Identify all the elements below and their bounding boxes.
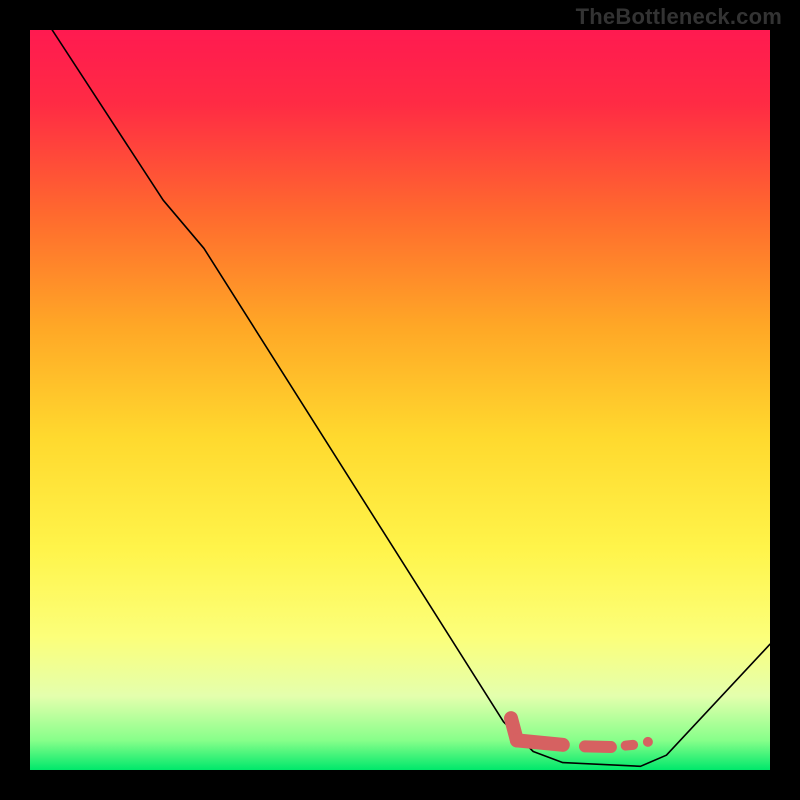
chart-container: TheBottleneck.com <box>0 0 800 800</box>
marker-dot <box>643 737 653 747</box>
plot-area <box>30 30 770 770</box>
marker-segment <box>626 745 633 746</box>
marker-segment <box>585 746 611 747</box>
marker-segment <box>517 740 563 744</box>
gradient-bg <box>30 30 770 770</box>
watermark-text: TheBottleneck.com <box>576 4 782 30</box>
chart-svg <box>30 30 770 770</box>
